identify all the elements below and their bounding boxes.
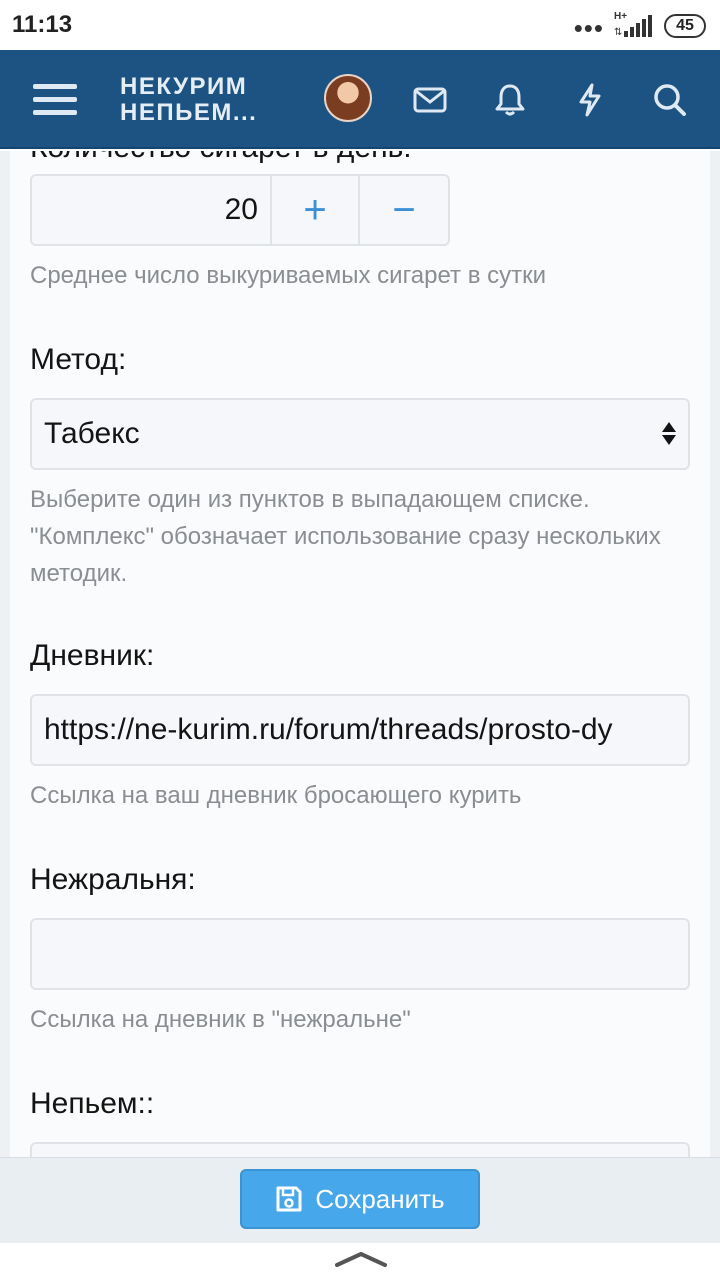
nepyem-label: Непьем:: bbox=[30, 1087, 155, 1120]
bolt-icon[interactable] bbox=[568, 50, 612, 149]
method-selected-value: Табекс bbox=[44, 417, 140, 450]
search-icon[interactable] bbox=[648, 50, 692, 149]
nezhralnya-label: Нежральня: bbox=[30, 863, 196, 896]
profile-form: Количество сигарет в день: 20 + − Средне… bbox=[0, 151, 720, 1157]
diary-hint: Ссылка на ваш дневник бросающего курить bbox=[30, 782, 522, 809]
signal-icon: H+ ⇅ bbox=[614, 11, 654, 39]
select-arrows-icon bbox=[662, 422, 678, 445]
save-bar: Сохранить bbox=[0, 1157, 720, 1243]
user-avatar[interactable] bbox=[324, 74, 372, 122]
chevron-up-icon[interactable] bbox=[335, 1249, 387, 1269]
save-button[interactable]: Сохранить bbox=[240, 1169, 480, 1229]
status-icons: ••• H+ ⇅ 45 bbox=[573, 11, 706, 43]
decrement-button[interactable]: − bbox=[360, 176, 448, 244]
save-icon bbox=[276, 1186, 302, 1212]
logo-line-2: НЕПЬЕМ... bbox=[120, 99, 258, 126]
status-time: 11:13 bbox=[12, 11, 73, 38]
battery-icon: 45 bbox=[664, 14, 706, 38]
site-logo[interactable]: НЕКУРИМ НЕПЬЕМ... bbox=[120, 74, 257, 126]
nepyem-input[interactable] bbox=[30, 1142, 690, 1157]
system-nav-bar bbox=[0, 1243, 720, 1280]
nezhralnya-hint: Ссылка на дневник в "нежральне" bbox=[30, 1006, 411, 1033]
logo-line-1: НЕКУРИМ bbox=[120, 73, 248, 100]
diary-input-value: https://ne-kurim.ru/forum/threads/prosto… bbox=[44, 713, 613, 746]
diary-input[interactable]: https://ne-kurim.ru/forum/threads/prosto… bbox=[30, 694, 690, 766]
cigarettes-hint: Среднее число выкуриваемых сигарет в сут… bbox=[30, 262, 547, 289]
increment-button[interactable]: + bbox=[272, 176, 360, 244]
method-hint: Выберите один из пунктов в выпадающем сп… bbox=[30, 486, 661, 587]
diary-label: Дневник: bbox=[30, 639, 155, 672]
nezhralnya-input[interactable] bbox=[30, 918, 690, 990]
cigarettes-label: Количество сигарет в день: bbox=[30, 151, 412, 165]
menu-icon[interactable] bbox=[28, 50, 82, 149]
more-dots-icon: ••• bbox=[573, 13, 604, 43]
save-button-label: Сохранить bbox=[315, 1183, 445, 1214]
method-label: Метод: bbox=[30, 343, 127, 376]
method-select[interactable]: Табекс bbox=[30, 398, 690, 470]
status-bar: 11:13 ••• H+ ⇅ 45 bbox=[0, 0, 720, 50]
data-arrows-icon: ⇅ bbox=[614, 27, 623, 38]
signal-bars bbox=[624, 15, 652, 37]
cigarettes-input[interactable]: 20 bbox=[32, 176, 272, 244]
mail-icon[interactable] bbox=[408, 50, 452, 149]
bell-icon[interactable] bbox=[488, 50, 532, 149]
cigarettes-stepper: 20 + − bbox=[30, 174, 450, 246]
